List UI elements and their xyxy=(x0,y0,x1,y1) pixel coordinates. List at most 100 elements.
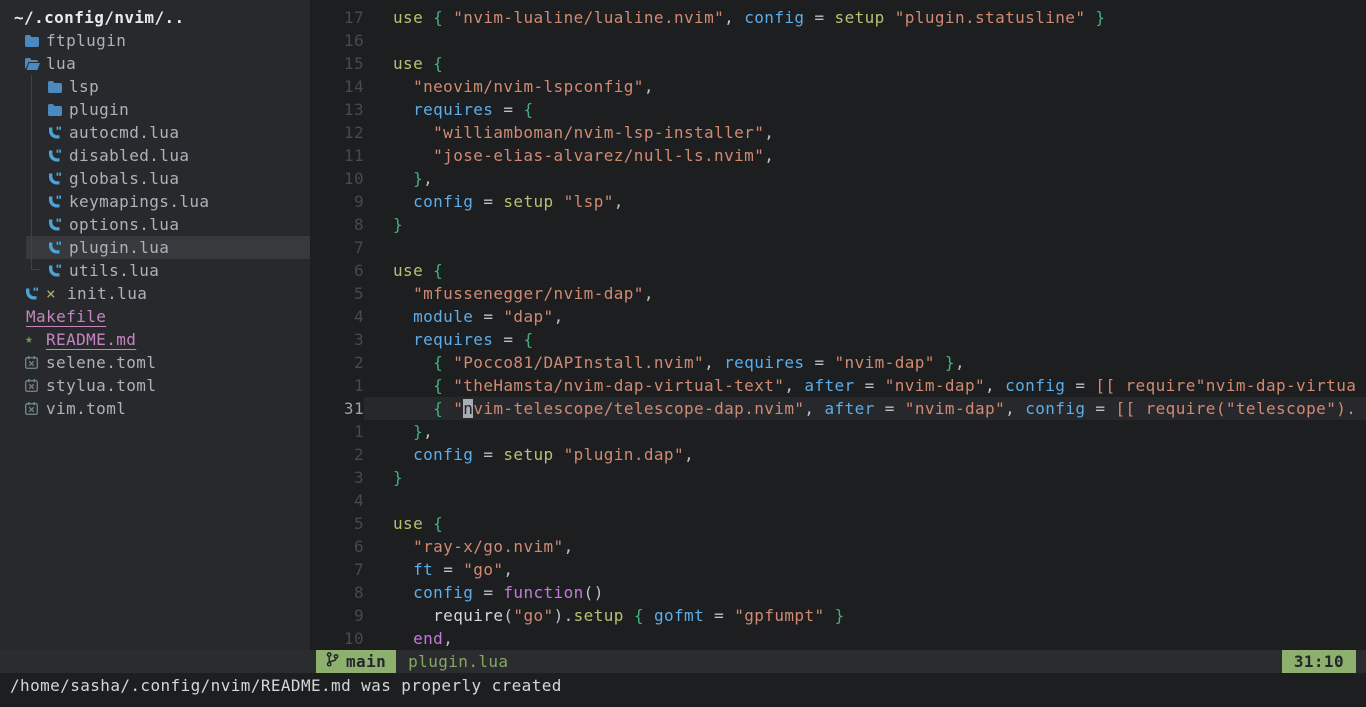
tree-list: ftpluginlualsppluginautocmd.luadisabled.… xyxy=(0,29,310,420)
statusline: main plugin.lua 31:10 xyxy=(0,650,1366,673)
tree-item-keymapings-lua[interactable]: keymapings.lua xyxy=(0,190,310,213)
code-text: config = function() xyxy=(364,581,1366,604)
toml-icon xyxy=(25,379,46,392)
tree-item-globals-lua[interactable]: globals.lua xyxy=(0,167,310,190)
tree-item-stylua-toml[interactable]: stylua.toml xyxy=(0,374,310,397)
line-number: 12 xyxy=(310,121,364,144)
line-number: 7 xyxy=(310,558,364,581)
tree-item-label: selene.toml xyxy=(46,351,156,374)
code-text: config = setup "plugin.dap", xyxy=(364,443,1366,466)
tree-indent-guide xyxy=(31,75,32,270)
git-branch-segment: main xyxy=(316,650,396,673)
line-number: 16 xyxy=(310,29,364,52)
code-line[interactable]: 8} xyxy=(310,213,1366,236)
code-line[interactable]: 3 requires = { xyxy=(310,328,1366,351)
tree-item-lsp[interactable]: lsp xyxy=(0,75,310,98)
line-number: 6 xyxy=(310,259,364,282)
code-text: end, xyxy=(364,627,1366,650)
code-line[interactable]: 9 require("go").setup { gofmt = "gpfumpt… xyxy=(310,604,1366,627)
line-number: 10 xyxy=(310,167,364,190)
folder-icon xyxy=(48,81,69,93)
code-line[interactable]: 5 "mfussenegger/nvim-dap", xyxy=(310,282,1366,305)
line-number: 8 xyxy=(310,213,364,236)
code-line[interactable]: 10 }, xyxy=(310,167,1366,190)
tree-item-label: autocmd.lua xyxy=(69,121,179,144)
code-line[interactable]: 2 config = setup "plugin.dap", xyxy=(310,443,1366,466)
code-line[interactable]: 12 "williamboman/nvim-lsp-installer", xyxy=(310,121,1366,144)
code-text: }, xyxy=(364,420,1366,443)
code-text: use { xyxy=(364,512,1366,535)
code-text: { "theHamsta/nvim-dap-virtual-text", aft… xyxy=(364,374,1366,397)
code-line[interactable]: 6 "ray-x/go.nvim", xyxy=(310,535,1366,558)
code-line[interactable]: 7 ft = "go", xyxy=(310,558,1366,581)
tree-item-label: Makefile xyxy=(26,305,106,328)
code-line-current[interactable]: 31 { "nvim-telescope/telescope-dap.nvim"… xyxy=(310,397,1366,420)
tree-item-ftplugin[interactable]: ftplugin xyxy=(0,29,310,52)
tree-item-readme-md[interactable]: ★README.md xyxy=(0,328,310,351)
code-text: { "nvim-telescope/telescope-dap.nvim", a… xyxy=(364,397,1366,420)
code-line[interactable]: 6use { xyxy=(310,259,1366,282)
code-text xyxy=(364,489,1366,512)
tree-item-autocmd-lua[interactable]: autocmd.lua xyxy=(0,121,310,144)
tree-item-label: plugin.lua xyxy=(69,236,169,259)
code-line[interactable]: 17use { "nvim-lualine/lualine.nvim", con… xyxy=(310,6,1366,29)
lua-icon xyxy=(25,287,46,301)
code-line[interactable]: 16 xyxy=(310,29,1366,52)
code-line[interactable]: 8 config = function() xyxy=(310,581,1366,604)
code-editor[interactable]: 17use { "nvim-lualine/lualine.nvim", con… xyxy=(310,0,1366,650)
tree-item-label: README.md xyxy=(46,328,136,351)
git-branch-name: main xyxy=(346,650,386,673)
tree-item-utils-lua[interactable]: utils.lua xyxy=(0,259,310,282)
line-number: 8 xyxy=(310,581,364,604)
tree-item-plugin-lua[interactable]: plugin.lua xyxy=(0,236,310,259)
code-text: "mfussenegger/nvim-dap", xyxy=(364,282,1366,305)
code-line[interactable]: 11 "jose-elias-alvarez/null-ls.nvim", xyxy=(310,144,1366,167)
tree-item-options-lua[interactable]: options.lua xyxy=(0,213,310,236)
line-number: 9 xyxy=(310,190,364,213)
code-text: require("go").setup { gofmt = "gpfumpt" … xyxy=(364,604,1366,627)
file-tree-panel[interactable]: ~/.config/nvim/.. ftpluginlualsppluginau… xyxy=(0,0,310,650)
statusline-filename: plugin.lua xyxy=(396,650,508,673)
tree-item-lua[interactable]: lua xyxy=(0,52,310,75)
tree-item-label: lua xyxy=(46,52,76,75)
code-line[interactable]: 4 xyxy=(310,489,1366,512)
code-text: config = setup "lsp", xyxy=(364,190,1366,213)
code-text xyxy=(364,236,1366,259)
line-number: 3 xyxy=(310,466,364,489)
line-number: 1 xyxy=(310,374,364,397)
tree-item-disabled-lua[interactable]: disabled.lua xyxy=(0,144,310,167)
line-number: 3 xyxy=(310,328,364,351)
code-line[interactable]: 10 end, xyxy=(310,627,1366,650)
code-line[interactable]: 13 requires = { xyxy=(310,98,1366,121)
code-line[interactable]: 9 config = setup "lsp", xyxy=(310,190,1366,213)
tree-item-plugin[interactable]: plugin xyxy=(0,98,310,121)
tree-root-path[interactable]: ~/.config/nvim/.. xyxy=(0,6,310,29)
tree-item-vim-toml[interactable]: vim.toml xyxy=(0,397,310,420)
code-text: "neovim/nvim-lspconfig", xyxy=(364,75,1366,98)
code-line[interactable]: 2 { "Pocco81/DAPInstall.nvim", requires … xyxy=(310,351,1366,374)
code-text: "williamboman/nvim-lsp-installer", xyxy=(364,121,1366,144)
tree-item-selene-toml[interactable]: selene.toml xyxy=(0,351,310,374)
code-line[interactable]: 14 "neovim/nvim-lspconfig", xyxy=(310,75,1366,98)
tree-item-makefile[interactable]: Makefile xyxy=(0,305,310,328)
tree-item-label: lsp xyxy=(69,75,99,98)
code-line[interactable]: 7 xyxy=(310,236,1366,259)
code-line[interactable]: 1 { "theHamsta/nvim-dap-virtual-text", a… xyxy=(310,374,1366,397)
lua-icon xyxy=(48,172,69,186)
code-line[interactable]: 15use { xyxy=(310,52,1366,75)
code-line[interactable]: 3} xyxy=(310,466,1366,489)
code-line[interactable]: 5use { xyxy=(310,512,1366,535)
code-text: { "Pocco81/DAPInstall.nvim", requires = … xyxy=(364,351,1366,374)
code-line[interactable]: 4 module = "dap", xyxy=(310,305,1366,328)
tree-item-init-lua[interactable]: ×init.lua xyxy=(0,282,310,305)
code-lines: 17use { "nvim-lualine/lualine.nvim", con… xyxy=(310,6,1366,650)
code-text: } xyxy=(364,466,1366,489)
code-text: requires = { xyxy=(364,328,1366,351)
line-number: 6 xyxy=(310,535,364,558)
tree-item-label: init.lua xyxy=(67,282,147,305)
code-text: requires = { xyxy=(364,98,1366,121)
folder-icon xyxy=(25,58,46,70)
code-text xyxy=(364,29,1366,52)
code-line[interactable]: 1 }, xyxy=(310,420,1366,443)
line-number: 9 xyxy=(310,604,364,627)
